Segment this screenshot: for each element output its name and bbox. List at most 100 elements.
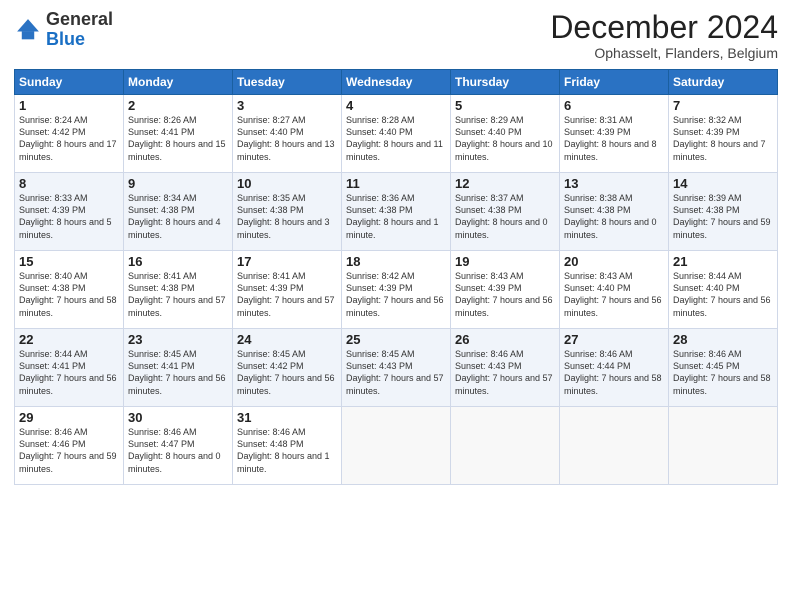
calendar-cell: 25 Sunrise: 8:45 AMSunset: 4:43 PMDayligh… (342, 329, 451, 407)
location-subtitle: Ophasselt, Flanders, Belgium (550, 45, 778, 61)
calendar-cell: 22 Sunrise: 8:44 AMSunset: 4:41 PMDayligh… (15, 329, 124, 407)
calendar-week-4: 22 Sunrise: 8:44 AMSunset: 4:41 PMDayligh… (15, 329, 778, 407)
cell-info: Sunrise: 8:31 AMSunset: 4:39 PMDaylight:… (564, 115, 657, 161)
cell-info: Sunrise: 8:46 AMSunset: 4:46 PMDaylight:… (19, 427, 117, 473)
calendar-cell: 1 Sunrise: 8:24 AMSunset: 4:42 PMDaylight… (15, 95, 124, 173)
col-monday: Monday (124, 70, 233, 95)
calendar-cell: 8Sunrise: 8:33 AMSunset: 4:39 PMDaylight… (15, 173, 124, 251)
day-number: 27 (564, 332, 664, 347)
cell-info: Sunrise: 8:44 AMSunset: 4:41 PMDaylight:… (19, 349, 117, 395)
cell-info: Sunrise: 8:45 AMSunset: 4:43 PMDaylight:… (346, 349, 444, 395)
calendar-cell: 6 Sunrise: 8:31 AMSunset: 4:39 PMDaylight… (560, 95, 669, 173)
calendar-cell (669, 407, 778, 485)
cell-info: Sunrise: 8:35 AMSunset: 4:38 PMDaylight:… (237, 193, 330, 239)
calendar-cell: 3 Sunrise: 8:27 AMSunset: 4:40 PMDaylight… (233, 95, 342, 173)
cell-info: Sunrise: 8:41 AMSunset: 4:38 PMDaylight:… (128, 271, 226, 317)
day-number: 11 (346, 176, 446, 191)
calendar-cell: 11 Sunrise: 8:36 AMSunset: 4:38 PMDayligh… (342, 173, 451, 251)
calendar-cell: 17 Sunrise: 8:41 AMSunset: 4:39 PMDayligh… (233, 251, 342, 329)
day-number: 22 (19, 332, 119, 347)
cell-info: Sunrise: 8:32 AMSunset: 4:39 PMDaylight:… (673, 115, 766, 161)
cell-info: Sunrise: 8:38 AMSunset: 4:38 PMDaylight:… (564, 193, 657, 239)
day-number: 17 (237, 254, 337, 269)
col-friday: Friday (560, 70, 669, 95)
calendar-cell: 27Sunrise: 8:46 AMSunset: 4:44 PMDayligh… (560, 329, 669, 407)
calendar-cell: 30Sunrise: 8:46 AMSunset: 4:47 PMDayligh… (124, 407, 233, 485)
calendar-body: 1 Sunrise: 8:24 AMSunset: 4:42 PMDaylight… (15, 95, 778, 485)
col-tuesday: Tuesday (233, 70, 342, 95)
cell-info: Sunrise: 8:36 AMSunset: 4:38 PMDaylight:… (346, 193, 439, 239)
col-thursday: Thursday (451, 70, 560, 95)
day-number: 23 (128, 332, 228, 347)
day-number: 26 (455, 332, 555, 347)
day-number: 16 (128, 254, 228, 269)
day-number: 7 (673, 98, 773, 113)
cell-info: Sunrise: 8:46 AMSunset: 4:45 PMDaylight:… (673, 349, 771, 395)
day-number: 18 (346, 254, 446, 269)
logo-general-text: General (46, 9, 113, 29)
calendar-cell: 16 Sunrise: 8:41 AMSunset: 4:38 PMDayligh… (124, 251, 233, 329)
cell-info: Sunrise: 8:43 AMSunset: 4:39 PMDaylight:… (455, 271, 553, 317)
day-number: 5 (455, 98, 555, 113)
calendar-cell: 13Sunrise: 8:38 AMSunset: 4:38 PMDayligh… (560, 173, 669, 251)
calendar-cell: 19Sunrise: 8:43 AMSunset: 4:39 PMDayligh… (451, 251, 560, 329)
calendar-week-1: 1 Sunrise: 8:24 AMSunset: 4:42 PMDaylight… (15, 95, 778, 173)
calendar-cell: 28 Sunrise: 8:46 AMSunset: 4:45 PMDayligh… (669, 329, 778, 407)
calendar-week-2: 8Sunrise: 8:33 AMSunset: 4:39 PMDaylight… (15, 173, 778, 251)
calendar-cell (451, 407, 560, 485)
cell-info: Sunrise: 8:33 AMSunset: 4:39 PMDaylight:… (19, 193, 112, 239)
day-number: 3 (237, 98, 337, 113)
day-number: 2 (128, 98, 228, 113)
calendar-cell: 21 Sunrise: 8:44 AMSunset: 4:40 PMDayligh… (669, 251, 778, 329)
day-number: 15 (19, 254, 119, 269)
cell-info: Sunrise: 8:40 AMSunset: 4:38 PMDaylight:… (19, 271, 117, 317)
col-wednesday: Wednesday (342, 70, 451, 95)
cell-info: Sunrise: 8:34 AMSunset: 4:38 PMDaylight:… (128, 193, 221, 239)
calendar-table: Sunday Monday Tuesday Wednesday Thursday… (14, 69, 778, 485)
cell-info: Sunrise: 8:28 AMSunset: 4:40 PMDaylight:… (346, 115, 443, 161)
day-number: 9 (128, 176, 228, 191)
cell-info: Sunrise: 8:29 AMSunset: 4:40 PMDaylight:… (455, 115, 553, 161)
col-sunday: Sunday (15, 70, 124, 95)
day-number: 31 (237, 410, 337, 425)
day-number: 10 (237, 176, 337, 191)
cell-info: Sunrise: 8:46 AMSunset: 4:47 PMDaylight:… (128, 427, 221, 473)
cell-info: Sunrise: 8:41 AMSunset: 4:39 PMDaylight:… (237, 271, 335, 317)
calendar-cell: 20Sunrise: 8:43 AMSunset: 4:40 PMDayligh… (560, 251, 669, 329)
logo: General Blue (14, 10, 113, 50)
day-number: 14 (673, 176, 773, 191)
calendar-cell (560, 407, 669, 485)
cell-info: Sunrise: 8:45 AMSunset: 4:41 PMDaylight:… (128, 349, 226, 395)
day-number: 25 (346, 332, 446, 347)
calendar-cell: 7 Sunrise: 8:32 AMSunset: 4:39 PMDaylight… (669, 95, 778, 173)
calendar-week-3: 15 Sunrise: 8:40 AMSunset: 4:38 PMDayligh… (15, 251, 778, 329)
calendar-header: Sunday Monday Tuesday Wednesday Thursday… (15, 70, 778, 95)
day-number: 4 (346, 98, 446, 113)
calendar-cell: 12Sunrise: 8:37 AMSunset: 4:38 PMDayligh… (451, 173, 560, 251)
calendar-cell: 2Sunrise: 8:26 AMSunset: 4:41 PMDaylight… (124, 95, 233, 173)
calendar-cell: 4 Sunrise: 8:28 AMSunset: 4:40 PMDaylight… (342, 95, 451, 173)
title-area: December 2024 Ophasselt, Flanders, Belgi… (550, 10, 778, 61)
header-row: Sunday Monday Tuesday Wednesday Thursday… (15, 70, 778, 95)
day-number: 28 (673, 332, 773, 347)
cell-info: Sunrise: 8:27 AMSunset: 4:40 PMDaylight:… (237, 115, 335, 161)
calendar-cell: 14 Sunrise: 8:39 AMSunset: 4:38 PMDayligh… (669, 173, 778, 251)
cell-info: Sunrise: 8:24 AMSunset: 4:42 PMDaylight:… (19, 115, 117, 161)
day-number: 12 (455, 176, 555, 191)
calendar-cell: 18 Sunrise: 8:42 AMSunset: 4:39 PMDayligh… (342, 251, 451, 329)
cell-info: Sunrise: 8:43 AMSunset: 4:40 PMDaylight:… (564, 271, 662, 317)
day-number: 1 (19, 98, 119, 113)
cell-info: Sunrise: 8:46 AMSunset: 4:48 PMDaylight:… (237, 427, 330, 473)
cell-info: Sunrise: 8:44 AMSunset: 4:40 PMDaylight:… (673, 271, 771, 317)
calendar-cell: 29Sunrise: 8:46 AMSunset: 4:46 PMDayligh… (15, 407, 124, 485)
cell-info: Sunrise: 8:45 AMSunset: 4:42 PMDaylight:… (237, 349, 335, 395)
day-number: 21 (673, 254, 773, 269)
calendar-cell (342, 407, 451, 485)
month-title: December 2024 (550, 10, 778, 45)
cell-info: Sunrise: 8:46 AMSunset: 4:43 PMDaylight:… (455, 349, 553, 395)
day-number: 6 (564, 98, 664, 113)
logo-blue-text: Blue (46, 29, 85, 49)
col-saturday: Saturday (669, 70, 778, 95)
cell-info: Sunrise: 8:39 AMSunset: 4:38 PMDaylight:… (673, 193, 771, 239)
cell-info: Sunrise: 8:42 AMSunset: 4:39 PMDaylight:… (346, 271, 444, 317)
